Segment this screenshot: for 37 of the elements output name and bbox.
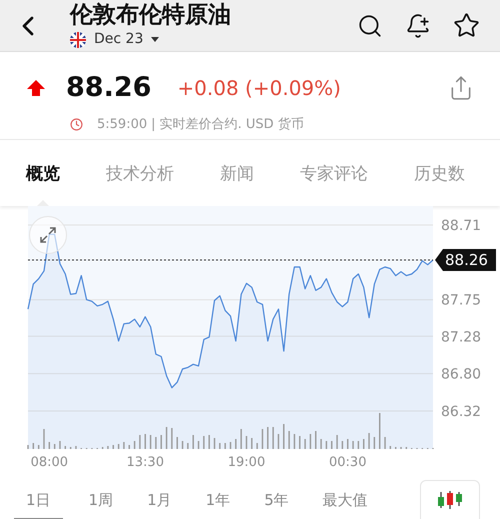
x-axis-label: 19:00: [228, 455, 266, 470]
caret-icon: [151, 37, 160, 42]
candlestick-button[interactable]: [420, 480, 480, 519]
contract-dropdown[interactable]: Dec 23: [94, 29, 160, 50]
price-change: +0.08 (+0.09%): [177, 75, 341, 102]
range-tab[interactable]: 1年: [206, 490, 230, 519]
tab[interactable]: 概览: [26, 161, 60, 187]
instrument-title: 伦敦布伦特原油: [70, 1, 231, 29]
y-axis-label: 86.32: [441, 404, 482, 420]
tab[interactable]: 专家评论: [300, 161, 368, 187]
x-axis-label: 08:00: [30, 455, 68, 470]
y-axis-label: 87.75: [441, 292, 482, 309]
price-tag: 88.26: [435, 249, 496, 272]
x-axis-label: 13:30: [126, 455, 164, 470]
price: 88.26: [66, 71, 152, 105]
range-tab[interactable]: 5年: [264, 490, 289, 519]
y-axis-label: 86.80: [441, 366, 482, 383]
candlestick-icon: [437, 491, 463, 509]
tab[interactable]: 新闻: [220, 161, 254, 187]
range-tab[interactable]: 1日: [14, 490, 63, 519]
star-icon[interactable]: [453, 12, 480, 39]
range-tab[interactable]: 最大值: [322, 490, 368, 519]
flag-icon: [70, 32, 86, 48]
x-axis-label: 00:30: [329, 455, 366, 470]
quote-time: 5:59:00: [97, 116, 148, 134]
range-tab[interactable]: 1月: [147, 490, 172, 519]
y-axis-label: 87.28: [441, 329, 482, 346]
expand-icon: [38, 225, 58, 245]
expand-button[interactable]: [29, 216, 67, 254]
bell-plus-icon[interactable]: [405, 12, 431, 38]
search-icon[interactable]: [357, 12, 383, 38]
tab[interactable]: 技术分析: [106, 161, 174, 187]
y-axis-label: 88.71: [441, 218, 482, 234]
clock-icon: [70, 118, 83, 131]
quote-info: | 实时差价合约. USD 货币: [151, 116, 304, 134]
range-tab[interactable]: 1周: [88, 490, 114, 519]
tab[interactable]: 历史数: [414, 161, 465, 187]
